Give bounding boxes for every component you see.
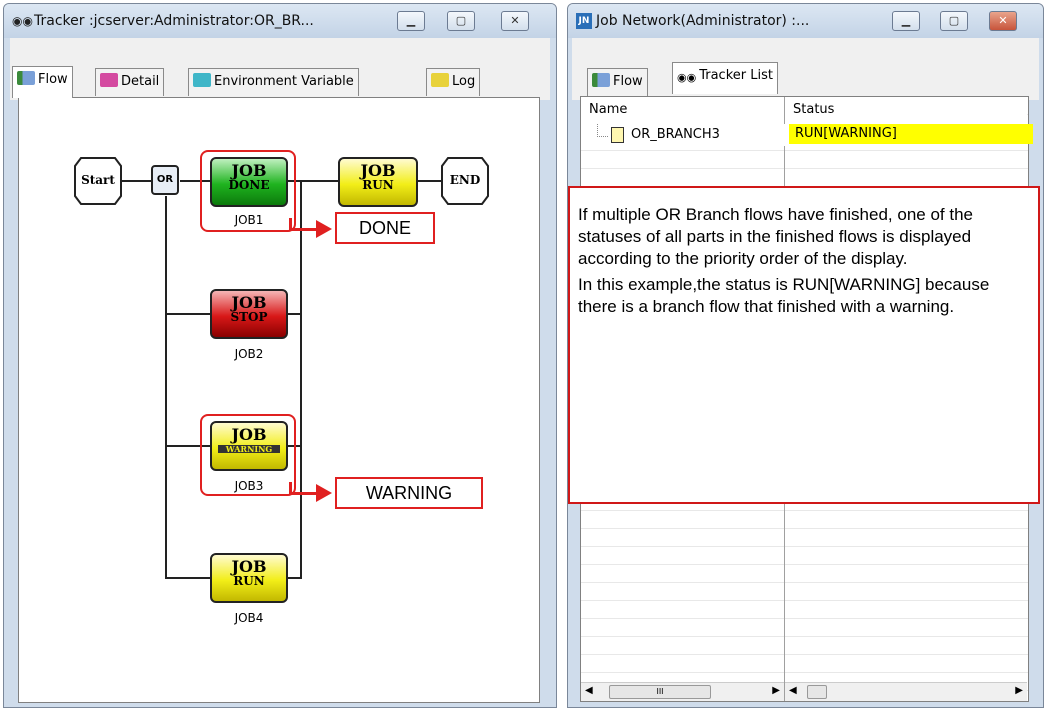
row-name: OR_BRANCH3 [631, 127, 720, 142]
flow-icon [17, 71, 35, 85]
job-network-window-title: Job Network(Administrator) :... [596, 13, 810, 29]
detail-book-icon [100, 73, 118, 87]
connector [300, 180, 302, 578]
scroll-left-icon[interactable]: ◀ [585, 685, 593, 696]
tab-flow[interactable]: Flow [587, 68, 648, 96]
end-run-job-node[interactable]: JOB RUN [338, 157, 418, 207]
scroll-right-icon[interactable]: ▶ [1015, 685, 1023, 696]
connector [165, 313, 210, 315]
job-network-icon: JN [576, 13, 592, 29]
connector [165, 577, 210, 579]
scroll-left-icon[interactable]: ◀ [789, 685, 797, 696]
connector [418, 180, 442, 182]
log-book-icon [431, 73, 449, 87]
warning-annotation: WARNING [335, 477, 483, 509]
minimize-button[interactable]: ▁ [892, 11, 920, 31]
done-arrow-line [291, 228, 319, 231]
connector [121, 180, 151, 182]
tab-flow[interactable]: Flow [12, 66, 73, 98]
close-button[interactable]: ✕ [989, 11, 1017, 31]
maximize-button[interactable]: ▢ [940, 11, 968, 31]
job4-label: JOB4 [234, 611, 264, 625]
job3-highlight [200, 414, 296, 496]
job1-highlight [200, 150, 296, 232]
row-status: RUN[WARNING] [789, 124, 1033, 144]
document-icon [611, 127, 624, 143]
minimize-button[interactable]: ▁ [397, 11, 425, 31]
explanation-callout: If multiple OR Branch flows have finishe… [568, 186, 1040, 504]
scrollbar-thumb[interactable]: III [609, 685, 711, 699]
tab-detail[interactable]: Detail [95, 68, 165, 96]
job2-node[interactable]: JOB STOP [210, 289, 288, 339]
warning-arrow-head [316, 484, 332, 502]
tracker-window-title: Tracker :jcserver:Administrator:OR_BR... [34, 13, 314, 29]
job4-node[interactable]: JOB RUN [210, 553, 288, 603]
scrollbar-thumb[interactable] [807, 685, 827, 699]
name-horizontal-scrollbar[interactable]: ◀ III ▶ [581, 682, 784, 701]
header-name[interactable]: Name [581, 97, 784, 123]
done-arrow-head [316, 220, 332, 238]
done-annotation: DONE [335, 212, 435, 244]
job2-label: JOB2 [234, 347, 264, 361]
connector [165, 196, 167, 578]
close-button[interactable]: ✕ [501, 11, 529, 31]
tracker-glasses-icon: ◉◉ [12, 14, 33, 28]
table-row[interactable]: OR_BRANCH3 RUN[WARNING] [581, 124, 1033, 146]
done-arrow-stem [289, 218, 292, 231]
end-label: END [449, 173, 481, 187]
tracker-glasses-icon: ◉◉ [677, 71, 697, 84]
connector [288, 313, 302, 315]
tab-tracker-list[interactable]: ◉◉ Tracker List [672, 62, 778, 94]
tree-connector [597, 124, 608, 137]
start-label: Start [81, 173, 115, 187]
connector [288, 577, 302, 579]
header-status[interactable]: Status [785, 97, 1027, 123]
job-network-title-bar[interactable]: JN Job Network(Administrator) :... ▁ ▢ ✕ [568, 4, 1043, 38]
tab-environment-variable[interactable]: Environment Variable [188, 68, 359, 96]
warning-arrow-stem [289, 482, 292, 495]
status-horizontal-scrollbar[interactable]: ◀ ▶ [785, 682, 1027, 701]
tab-log[interactable]: Log [426, 68, 481, 96]
callout-paragraph-1: If multiple OR Branch flows have finishe… [578, 205, 973, 268]
scroll-right-icon[interactable]: ▶ [772, 685, 780, 696]
flow-icon [592, 73, 610, 87]
callout-paragraph-2: In this example,the status is RUN[WARNIN… [578, 275, 990, 316]
maximize-button[interactable]: ▢ [447, 11, 475, 31]
job-network-tab-strip: Flow ◉◉ Tracker List [572, 38, 1039, 100]
or-branch-icon[interactable]: OR [151, 165, 179, 195]
tracker-tab-strip: Flow Detail Environment Variable Log [10, 38, 550, 100]
env-book-icon [193, 73, 211, 87]
tracker-title-bar[interactable]: ◉◉ Tracker :jcserver:Administrator:OR_BR… [4, 4, 556, 38]
warning-arrow-line [291, 492, 319, 495]
